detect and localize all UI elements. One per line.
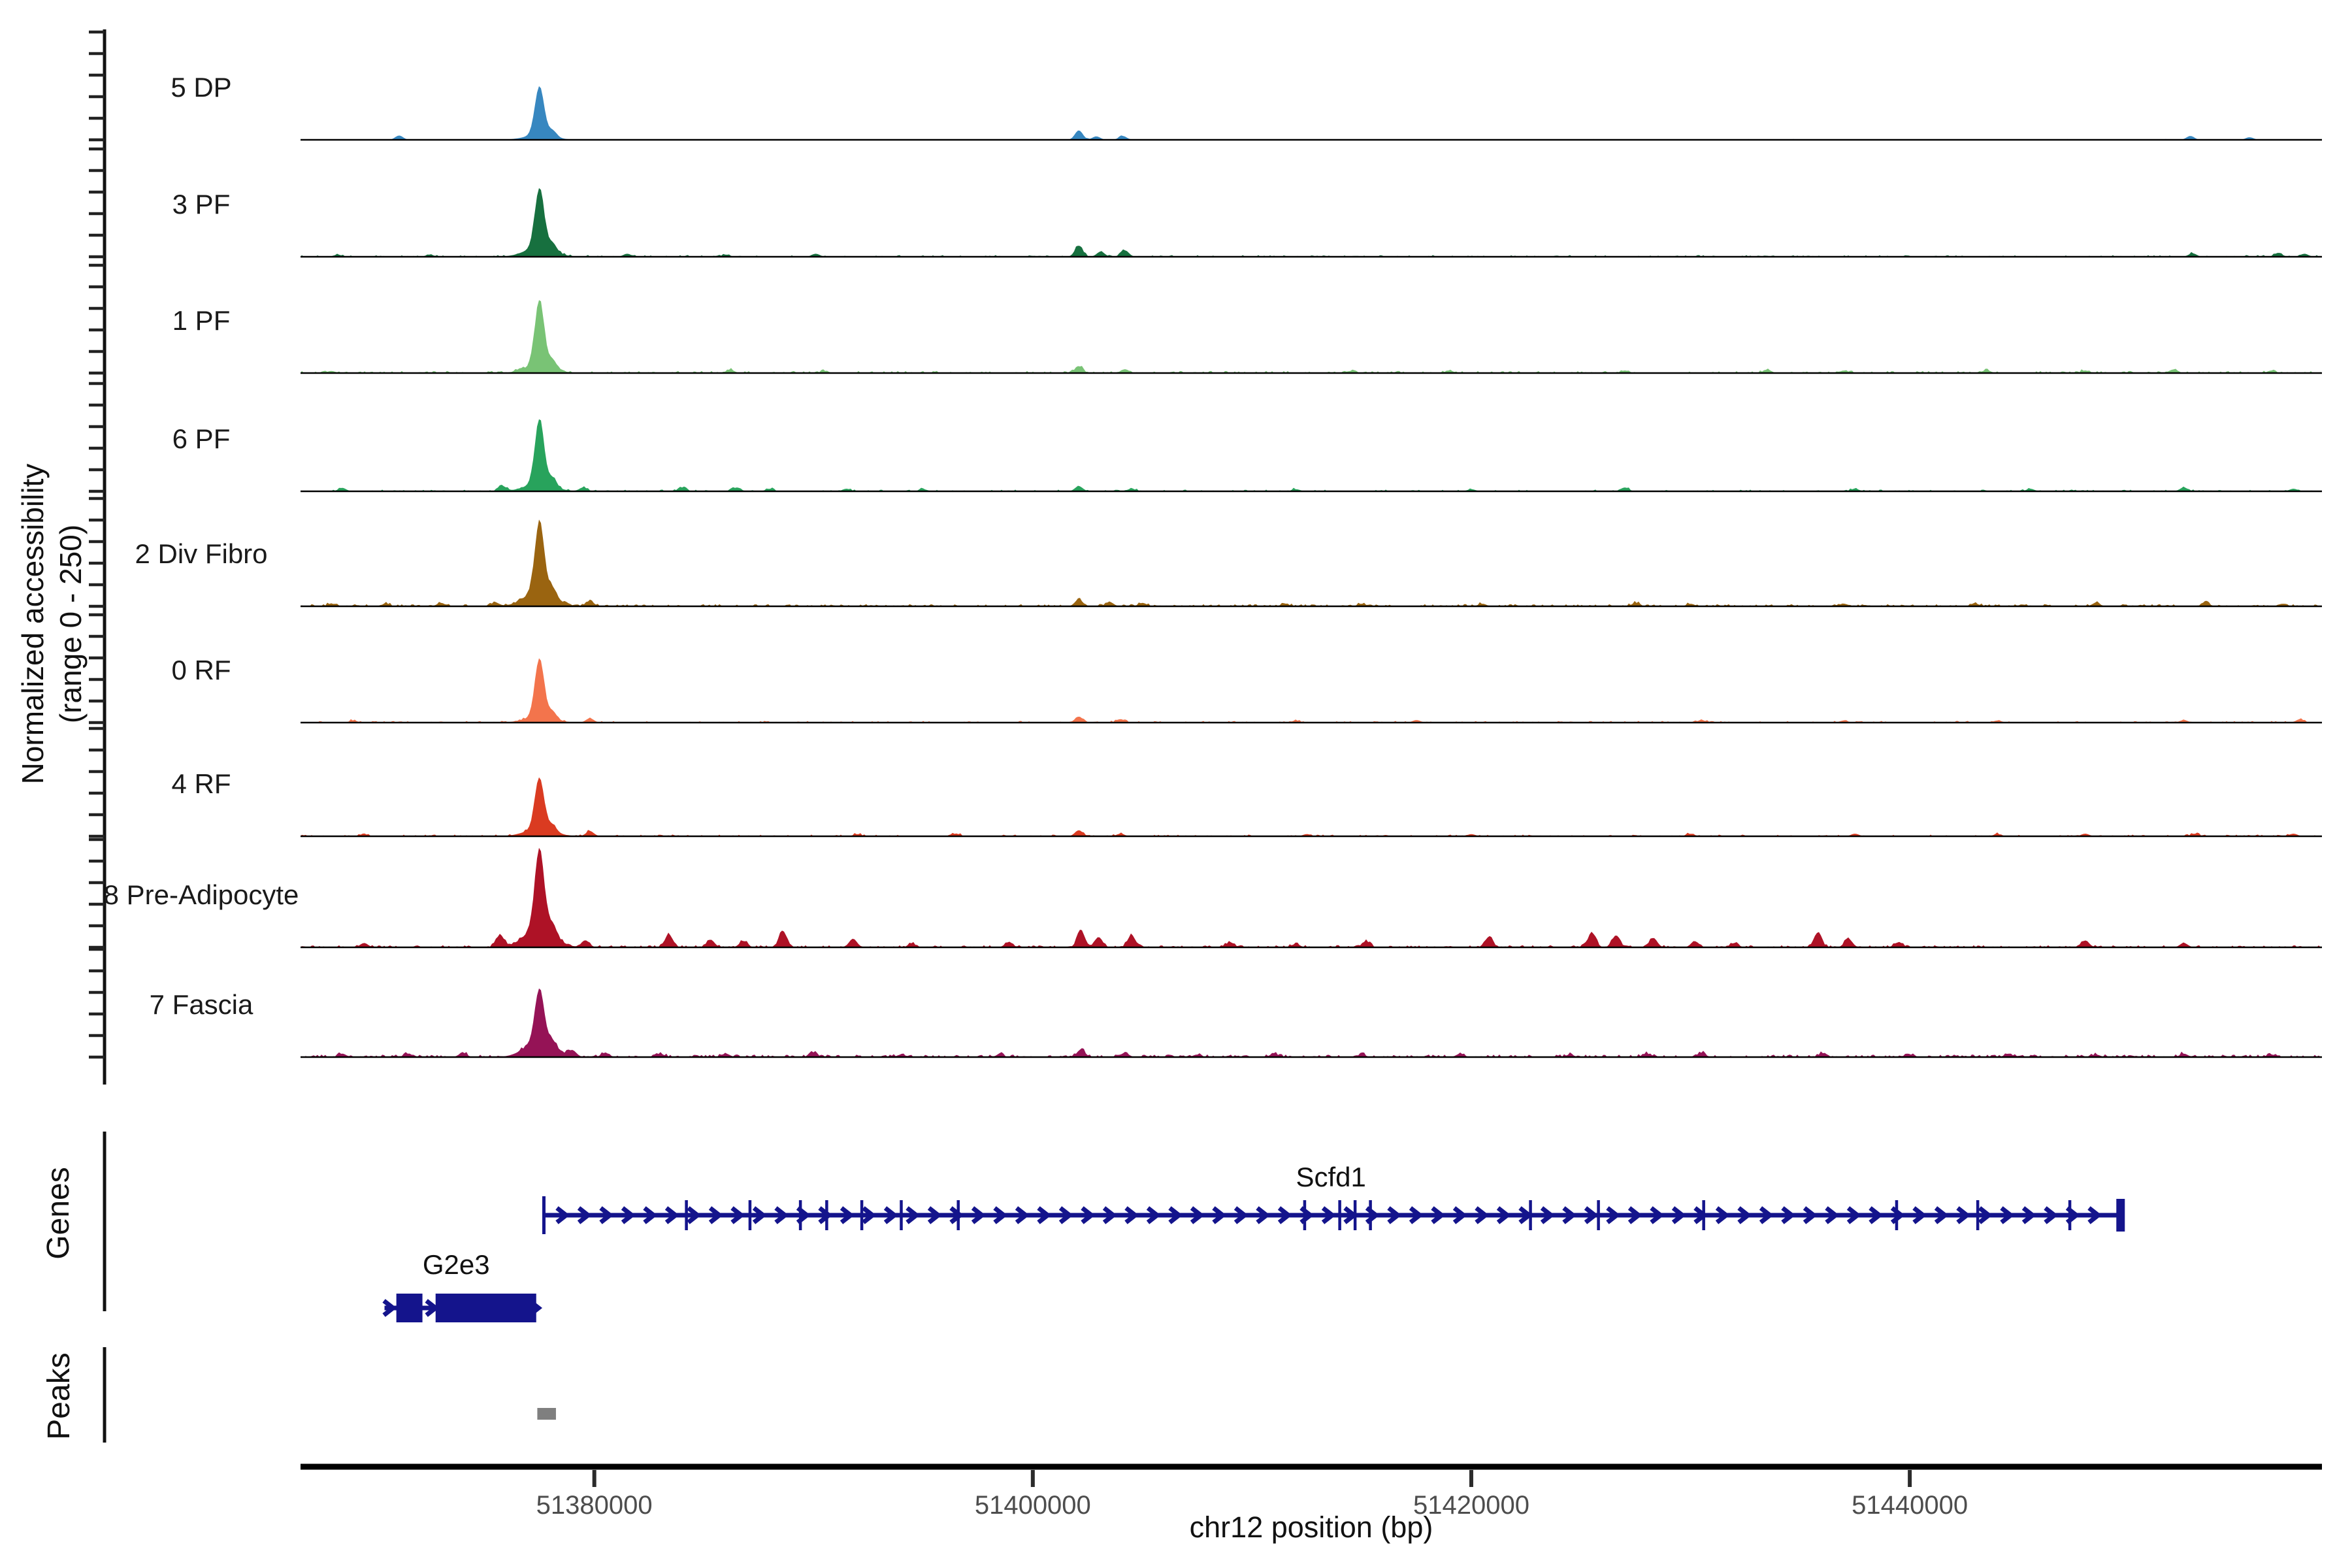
track-coverage-area bbox=[301, 86, 2321, 140]
track-label: 0 RF bbox=[171, 655, 231, 686]
x-tick-label: 51420000 bbox=[1413, 1491, 1529, 1520]
gene-label: G2e3 bbox=[423, 1249, 490, 1281]
track-label: 2 Div Fibro bbox=[135, 538, 267, 570]
track-coverage-area bbox=[301, 659, 2321, 723]
gene-exon-box bbox=[397, 1294, 423, 1322]
track-label: 8 Pre-Adipocyte bbox=[104, 879, 299, 911]
track-coverage-area bbox=[301, 848, 2321, 947]
track-coverage-area bbox=[301, 419, 2321, 491]
gene-exon-box bbox=[436, 1294, 536, 1322]
figure-canvas: Normalized accessibility (range 0 - 250)… bbox=[0, 0, 2352, 1568]
track-label: 5 DP bbox=[171, 72, 231, 103]
tracks-plot-svg bbox=[0, 0, 2352, 1568]
track-label: 7 Fascia bbox=[150, 989, 253, 1021]
x-tick-label: 51400000 bbox=[975, 1491, 1091, 1520]
track-label: 6 PF bbox=[172, 423, 231, 455]
track-label: 1 PF bbox=[172, 305, 231, 336]
track-coverage-area bbox=[301, 519, 2321, 606]
x-axis-title: chr12 position (bp) bbox=[1190, 1511, 1433, 1544]
gene-label: Scfd1 bbox=[1296, 1162, 1365, 1193]
track-coverage-area bbox=[301, 988, 2321, 1057]
peaks-section-label: Peaks bbox=[41, 1298, 75, 1494]
track-label: 4 RF bbox=[171, 768, 231, 800]
genes-section-label: Genes bbox=[41, 1115, 74, 1311]
track-coverage-area bbox=[301, 300, 2321, 373]
track-coverage-area bbox=[301, 777, 2321, 836]
x-tick-label: 51440000 bbox=[1852, 1491, 1968, 1520]
y-axis-label-line1: Normalized accessibility bbox=[14, 395, 52, 853]
track-label: 3 PF bbox=[172, 189, 231, 220]
gene-end-bar bbox=[2116, 1199, 2125, 1232]
track-coverage-area bbox=[301, 188, 2321, 257]
y-axis-label-line2: (range 0 - 250) bbox=[52, 395, 90, 853]
x-tick-label: 51380000 bbox=[536, 1491, 653, 1520]
peak-region-box bbox=[537, 1408, 556, 1420]
y-axis-label: Normalized accessibility (range 0 - 250) bbox=[14, 395, 93, 853]
